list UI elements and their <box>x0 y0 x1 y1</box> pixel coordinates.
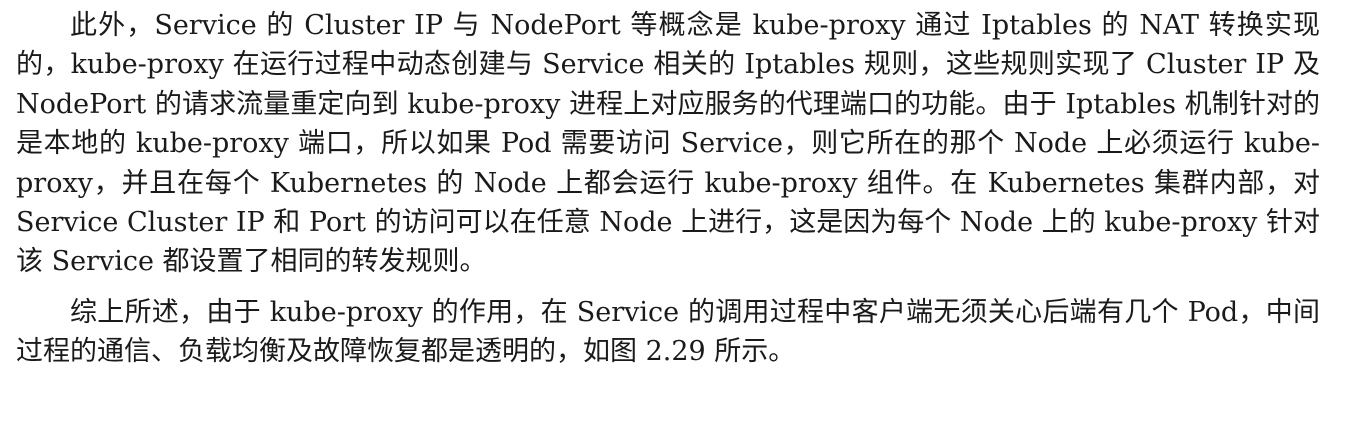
document-page: 此外，Service 的 Cluster IP 与 NodePort 等概念是 … <box>0 0 1346 446</box>
paragraph-kube-proxy-iptables: 此外，Service 的 Cluster IP 与 NodePort 等概念是 … <box>16 10 1320 278</box>
paragraph-summary: 综上所述，由于 kube-proxy 的作用，在 Service 的调用过程中客… <box>16 296 1320 368</box>
